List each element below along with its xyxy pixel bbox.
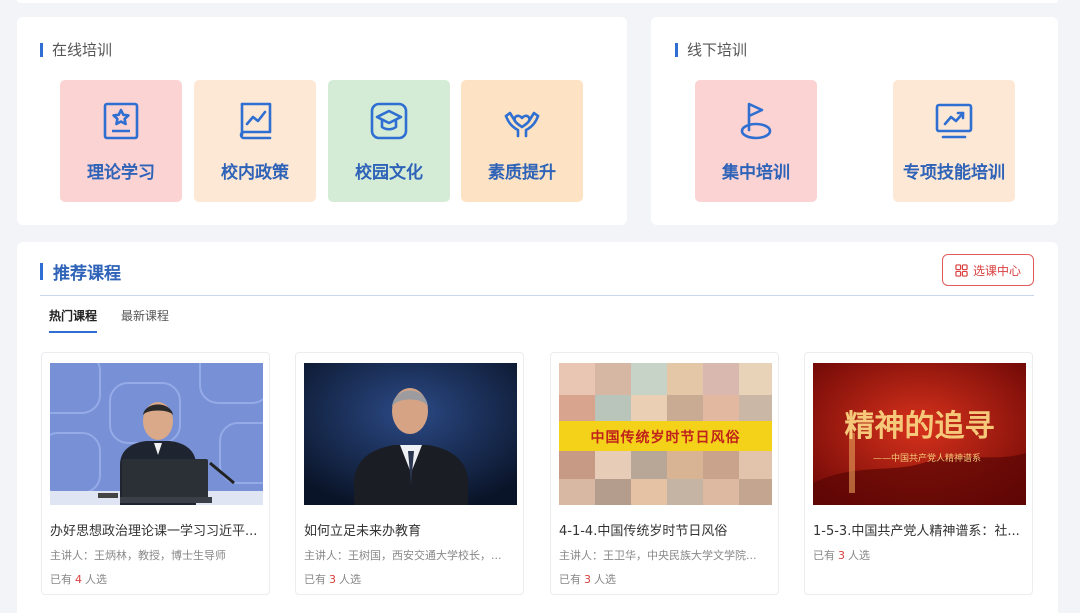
course-enrollment: 已有 4 人选 (50, 571, 107, 587)
tile-label: 专项技能培训 (903, 163, 1005, 183)
course-title: 如何立足未来办教育 (304, 524, 422, 539)
course-lecturer: 主讲人：王树国，西安交通大学校长，... (304, 549, 502, 562)
enroll-prefix: 已有 (813, 549, 835, 562)
enroll-suffix: 人选 (594, 573, 616, 586)
tile-quality-improvement[interactable]: 素质提升 (461, 80, 583, 202)
online-training-title-text: 在线培训 (52, 41, 113, 59)
course-lecturer: 主讲人：王炳林，教授，博士生导师 (50, 549, 226, 562)
course-selection-center-label: 选课中心 (972, 263, 1021, 278)
chart-book-icon (234, 100, 276, 142)
enroll-prefix: 已有 (559, 573, 581, 586)
tile-label: 校园文化 (355, 163, 423, 183)
course-title: 办好思想政治理论课一学习习近平... (50, 524, 258, 539)
course-thumbnail (304, 363, 517, 505)
enroll-count: 3 (584, 573, 591, 586)
offline-training-title-text: 线下培训 (687, 41, 748, 59)
course-title: 1-5-3.中国共产党人精神谱系：社... (813, 524, 1020, 539)
enroll-prefix: 已有 (50, 573, 72, 586)
enroll-count: 3 (838, 549, 845, 562)
tile-campus-culture[interactable]: 校园文化 (328, 80, 450, 202)
course-lecturer: 主讲人：王卫华，中央民族大学文学院... (559, 549, 757, 562)
enroll-prefix: 已有 (304, 573, 326, 586)
tab-latest-courses[interactable]: 最新课程 (121, 307, 169, 324)
tile-label: 理论学习 (87, 163, 155, 183)
course-thumbnail: 中国传统岁时节日风俗 (559, 363, 772, 505)
online-training-title: 在线培训 (40, 39, 112, 60)
enroll-count: 3 (329, 573, 336, 586)
grid-icon (955, 263, 968, 277)
recommended-courses-title-text: 推荐课程 (53, 264, 121, 284)
recommended-courses-title: 推荐课程 (40, 259, 121, 284)
enroll-suffix: 人选 (848, 549, 870, 562)
graduation-cap-icon (368, 100, 410, 142)
enroll-suffix: 人选 (339, 573, 361, 586)
top-panel-edge (17, 0, 1058, 3)
course-thumbnail (50, 363, 263, 505)
tile-label: 校内政策 (221, 163, 289, 183)
course-title: 4-1-4.中国传统岁时节日风俗 (559, 524, 728, 539)
tile-centralized-training[interactable]: 集中培训 (695, 80, 817, 202)
flag-icon (735, 100, 777, 142)
tab-hot-courses[interactable]: 热门课程 (49, 307, 98, 333)
title-accent-bar (675, 42, 678, 57)
course-enrollment: 已有 3 人选 (304, 571, 361, 587)
course-enrollment: 已有 3 人选 (813, 547, 870, 563)
tile-label: 集中培训 (722, 163, 790, 183)
course-selection-center-button[interactable]: 选课中心 (942, 254, 1034, 286)
tile-label: 素质提升 (488, 163, 556, 183)
course-card[interactable]: 办好思想政治理论课一学习习近平... 主讲人：王炳林，教授，博士生导师 已有 4 人… (41, 352, 270, 595)
thumbnail-banner-text: 精神的追寻 (844, 409, 995, 444)
tile-theory-study[interactable]: 理论学习 (60, 80, 182, 202)
thumbnail-banner-subtext: ——中国共产党人精神谱系 (873, 454, 982, 464)
section-divider (40, 295, 1034, 296)
course-thumbnail: 精神的追寻 ——中国共产党人精神谱系 (813, 363, 1026, 505)
course-card[interactable]: 精神的追寻 ——中国共产党人精神谱系 1-5-3.中国共产党人精神谱系：社...… (804, 352, 1033, 595)
tile-special-skills-training[interactable]: 专项技能培训 (893, 80, 1015, 202)
certificate-star-icon (100, 100, 142, 142)
enroll-suffix: 人选 (85, 573, 107, 586)
course-enrollment: 已有 3 人选 (559, 571, 616, 587)
course-card[interactable]: 如何立足未来办教育 主讲人：王树国，西安交通大学校长，... 已有 3 人选 (295, 352, 524, 595)
tile-school-policy[interactable]: 校内政策 (194, 80, 316, 202)
title-accent-bar (40, 42, 43, 57)
title-accent-bar (40, 263, 43, 280)
enroll-count: 4 (75, 573, 82, 586)
offline-training-title: 线下培训 (675, 39, 747, 60)
course-card[interactable]: 中国传统岁时节日风俗 4-1-4.中国传统岁时节日风俗 主讲人：王卫华，中央民族… (550, 352, 779, 595)
trend-monitor-icon (933, 100, 975, 142)
hands-heart-icon (501, 100, 543, 142)
thumbnail-banner-text: 中国传统岁时节日风俗 (590, 430, 741, 446)
